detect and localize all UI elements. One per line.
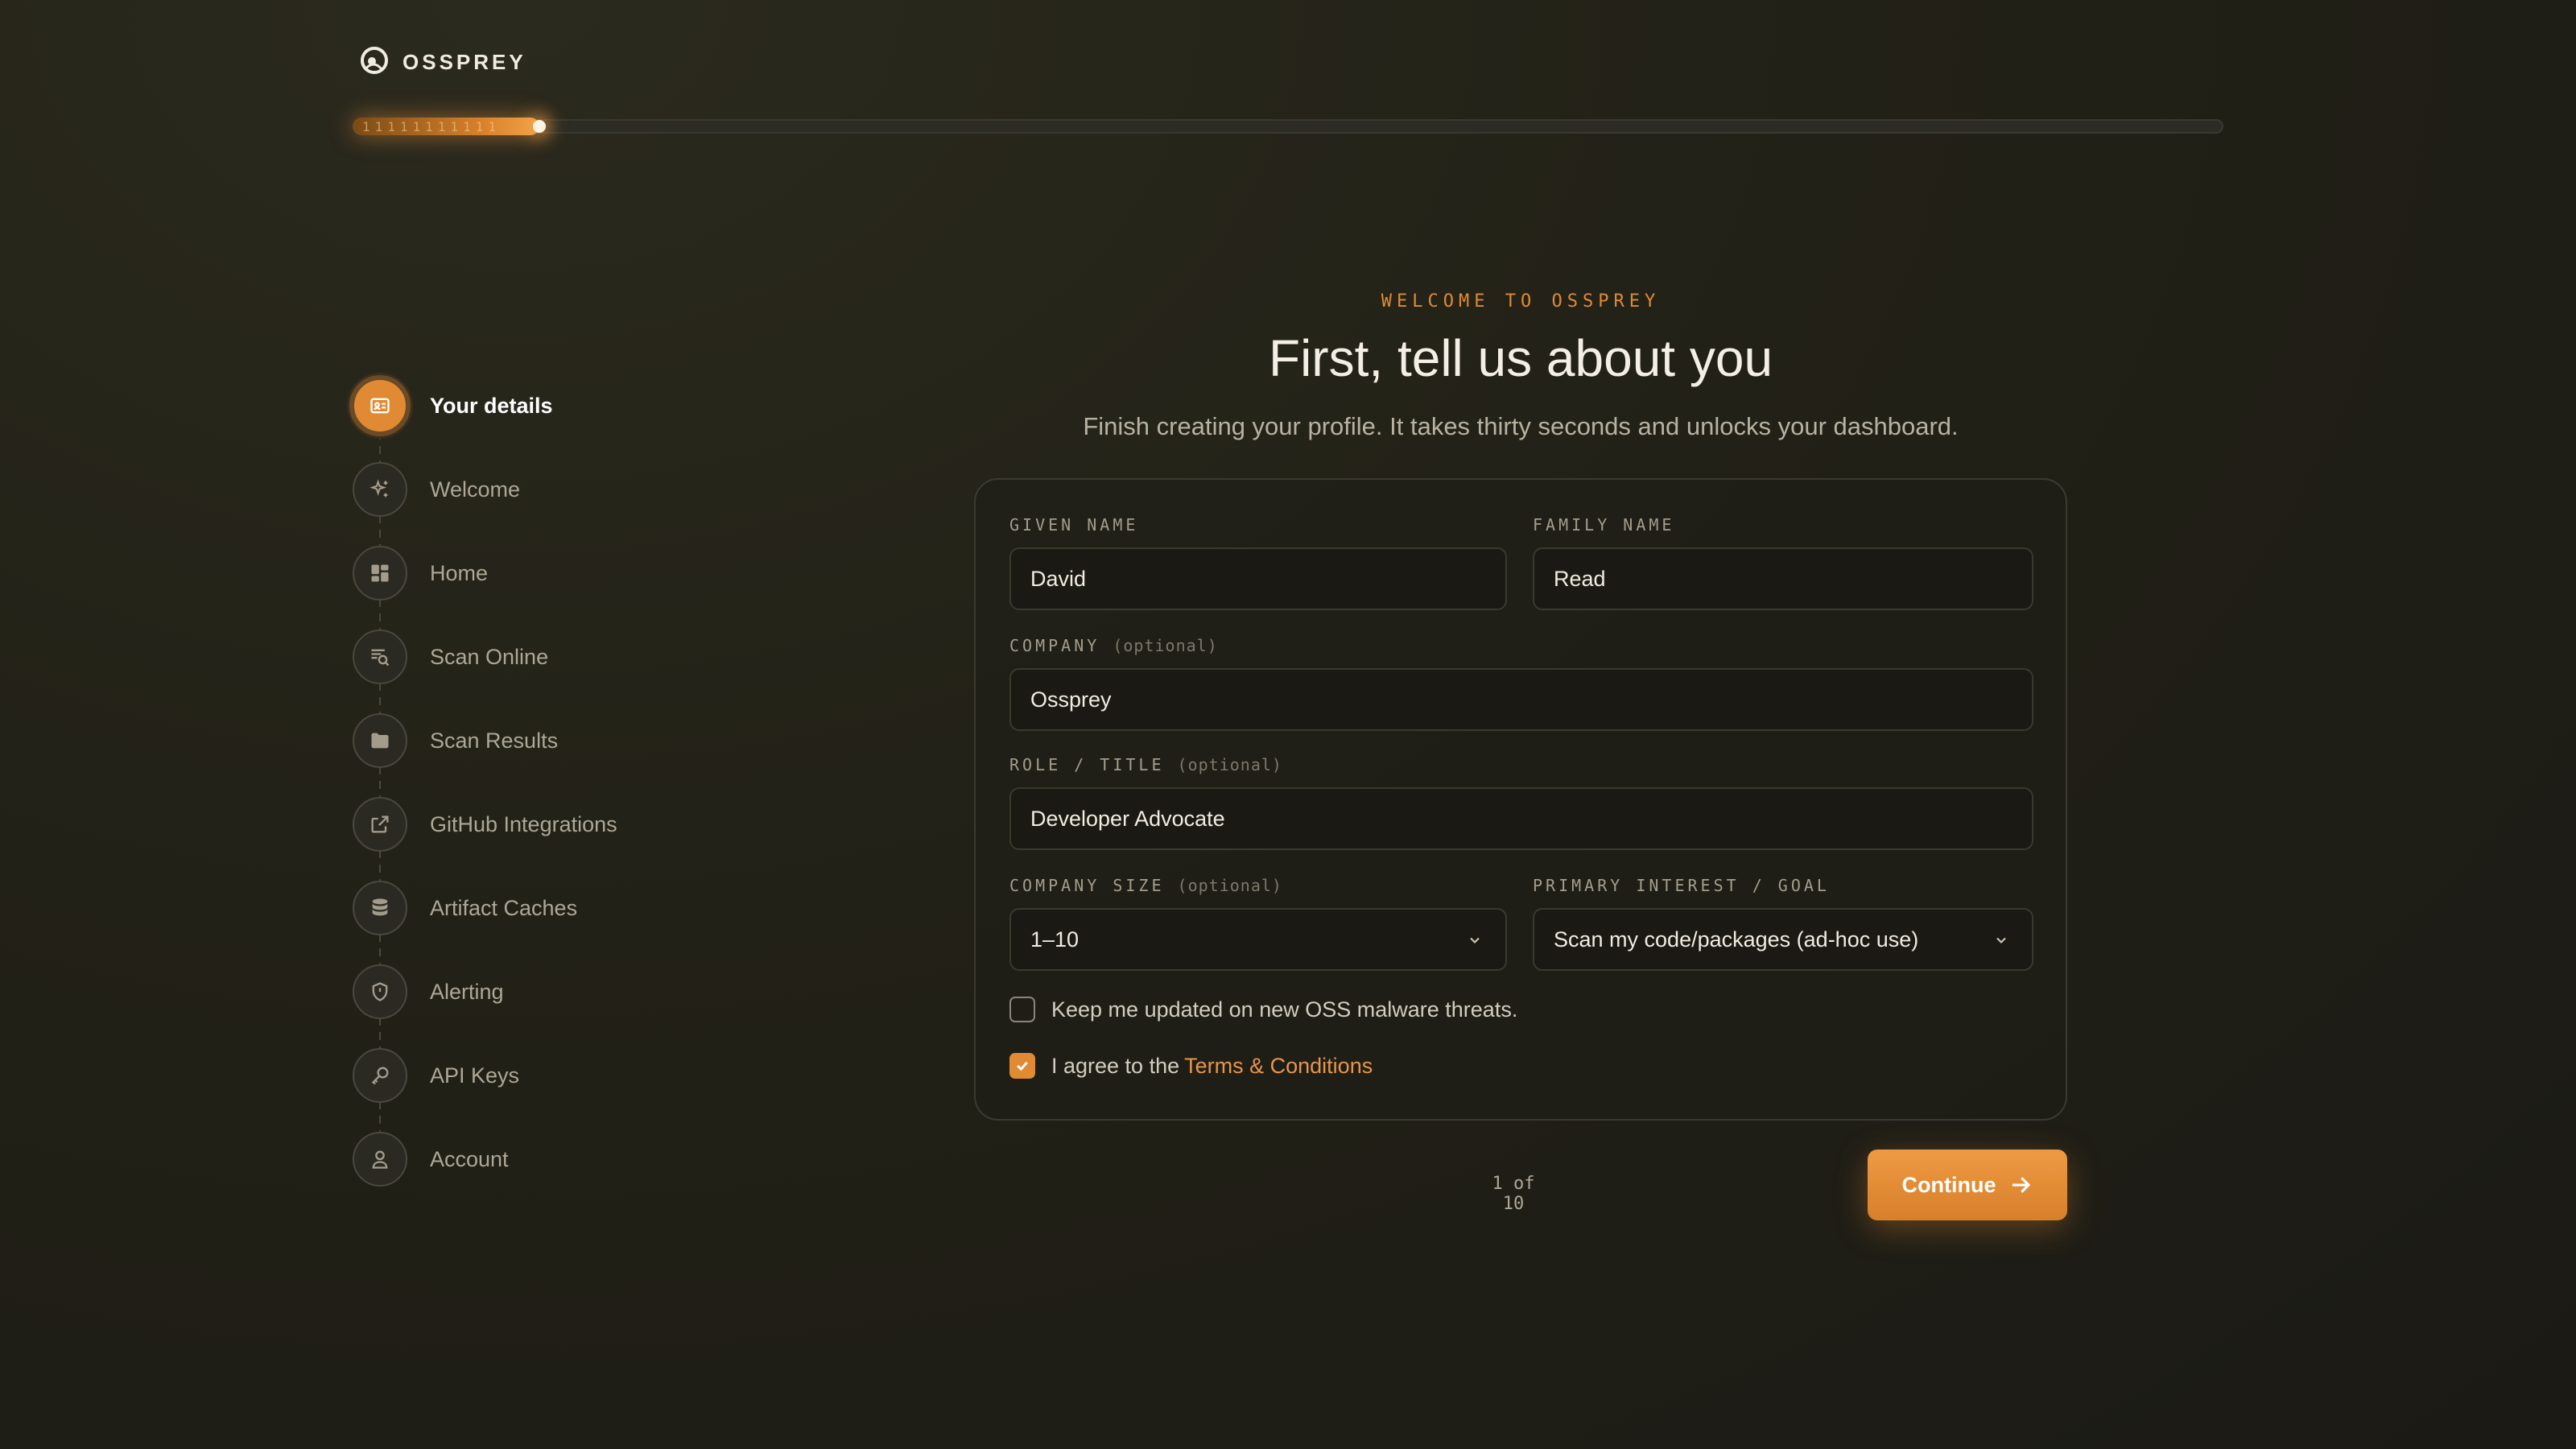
step-alerting[interactable]: Alerting: [353, 950, 617, 1050]
step-scan-results[interactable]: Scan Results: [353, 699, 617, 799]
terms-link[interactable]: Terms & Conditions: [1184, 1054, 1373, 1079]
updates-checkbox-label: Keep me updated on new OSS malware threa…: [1051, 997, 1518, 1022]
step-home[interactable]: Home: [353, 531, 617, 631]
primary-interest-value: Scan my code/packages (ad-hoc use): [1554, 927, 1919, 952]
brand-name: OSSPREY: [402, 49, 526, 74]
step-github-integrations[interactable]: GitHub Integrations: [353, 782, 617, 882]
progress-track: [353, 119, 2223, 134]
continue-label: Continue: [1901, 1172, 1996, 1197]
company-size-select[interactable]: 1–10: [1009, 908, 1507, 971]
step-artifact-caches[interactable]: Artifact Caches: [353, 866, 617, 966]
scan-search-icon: [353, 630, 407, 684]
role-input[interactable]: Developer Advocate: [1009, 787, 2033, 850]
external-link-icon: [353, 797, 407, 852]
company-input[interactable]: Ossprey: [1009, 668, 2033, 731]
given-name-label: GIVEN NAME: [1009, 515, 1139, 535]
company-label: COMPANY (optional): [1009, 636, 1218, 655]
eyebrow-text: WELCOME TO OSSPREY: [1381, 291, 1661, 312]
step-scan-online[interactable]: Scan Online: [353, 615, 617, 715]
primary-interest-select[interactable]: Scan my code/packages (ad-hoc use): [1533, 908, 2033, 971]
updates-checkbox-row[interactable]: Keep me updated on new OSS malware threa…: [1009, 997, 1517, 1022]
chevron-down-icon: [1996, 937, 2006, 943]
terms-checkbox-row[interactable]: I agree to the Terms & Conditions: [1009, 1053, 1373, 1079]
step-counter: 1 of 10: [1492, 1174, 1535, 1214]
brand-logo[interactable]: OSSPREY: [357, 45, 526, 79]
given-name-input[interactable]: David: [1009, 547, 1507, 610]
terms-checkbox[interactable]: [1009, 1053, 1035, 1079]
updates-checkbox[interactable]: [1009, 997, 1035, 1022]
id-card-icon: [349, 375, 411, 436]
step-welcome[interactable]: Welcome: [353, 448, 617, 547]
step-label: Your details: [430, 393, 553, 418]
page-subtitle: Finish creating your profile. It takes t…: [1083, 412, 1959, 440]
step-label: GitHub Integrations: [430, 811, 617, 836]
dashboard-icon: [353, 546, 407, 601]
step-label: Alerting: [430, 979, 504, 1004]
family-name-label: FAMILY NAME: [1533, 515, 1675, 535]
arrow-right-icon: [2013, 1177, 2031, 1193]
step-label: Scan Results: [430, 728, 559, 753]
onboarding-stepper: Your details Welcome Home Scan Online Sc…: [349, 364, 617, 1201]
role-label: ROLE / TITLE (optional): [1009, 755, 1282, 774]
step-label: Scan Online: [430, 644, 549, 669]
chevron-down-icon: [1470, 937, 1480, 943]
step-label: Home: [430, 560, 489, 585]
progress-fill: 11111111111: [353, 118, 539, 135]
continue-button[interactable]: Continue: [1868, 1150, 2067, 1220]
primary-interest-label: PRIMARY INTEREST / GOAL: [1533, 876, 1830, 895]
step-label: Artifact Caches: [430, 895, 578, 920]
family-name-input[interactable]: Read: [1533, 547, 2033, 610]
checkmark-icon: [1017, 1061, 1028, 1071]
key-icon: [353, 1048, 407, 1103]
step-label: Welcome: [430, 477, 521, 502]
sparkles-icon: [353, 462, 407, 517]
terms-checkbox-label: I agree to the: [1051, 1053, 1180, 1078]
page-title: First, tell us about you: [1268, 329, 1773, 387]
progress-handle: [533, 120, 546, 133]
osprey-logo-icon: [361, 47, 388, 74]
step-label: Account: [430, 1146, 509, 1171]
step-label: API Keys: [430, 1063, 520, 1088]
step-your-details[interactable]: Your details: [349, 364, 617, 464]
shield-icon: [353, 964, 407, 1019]
company-size-value: 1–10: [1030, 927, 1080, 952]
step-account[interactable]: Account: [353, 1117, 617, 1201]
database-icon: [353, 881, 407, 935]
user-icon: [353, 1132, 407, 1187]
profile-form-card: GIVEN NAME David FAMILY NAME Read COMPAN…: [974, 478, 2067, 1121]
company-size-label: COMPANY SIZE (optional): [1009, 876, 1282, 895]
folder-icon: [353, 713, 407, 768]
step-api-keys[interactable]: API Keys: [353, 1034, 617, 1133]
